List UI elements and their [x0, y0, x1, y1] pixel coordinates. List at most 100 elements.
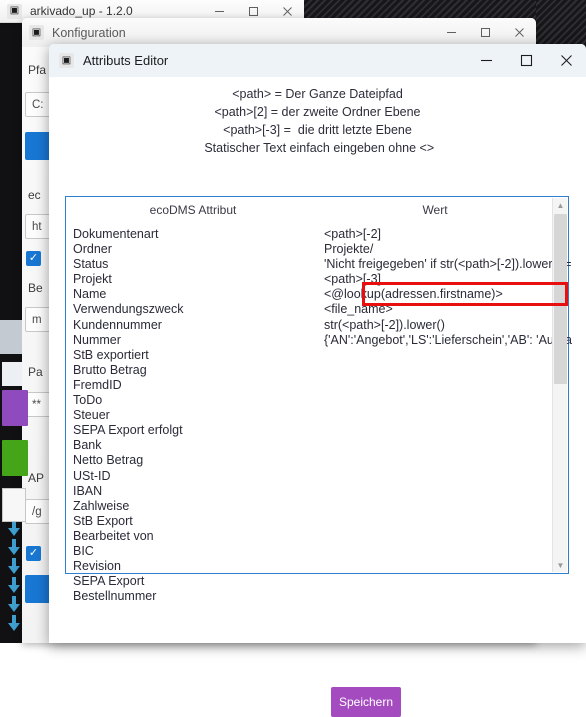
field-label-pfad: Pfa — [28, 63, 47, 77]
swatch-purple[interactable] — [2, 390, 28, 426]
close-icon[interactable] — [546, 44, 586, 77]
maximize-icon[interactable] — [468, 18, 502, 47]
window-controls[interactable] — [466, 44, 586, 77]
field-label-passwort: Pa — [28, 365, 43, 379]
column-header-value: Wert — [422, 203, 448, 217]
attribute-row-value[interactable] — [324, 484, 586, 499]
download-arrow-icon[interactable] — [6, 615, 22, 632]
attribute-row-value[interactable] — [324, 453, 586, 468]
attribute-row-label[interactable]: SEPA Export erfolgt — [73, 423, 323, 438]
attribute-row-value[interactable] — [324, 499, 586, 514]
scroll-down-icon[interactable]: ▼ — [553, 558, 568, 572]
attribute-row-value[interactable] — [324, 514, 586, 529]
save-button[interactable]: Speichern — [331, 687, 401, 717]
attribute-row-value[interactable] — [324, 469, 586, 484]
window-title: Konfiguration — [52, 25, 126, 40]
help-line: <path>[-3] = die dritt letzte Ebene — [223, 123, 412, 137]
attribute-row-value[interactable] — [324, 423, 586, 438]
attribute-row-value[interactable]: Projekte/ — [324, 242, 586, 257]
titlebar-konfiguration[interactable]: ▣ Konfiguration — [22, 18, 536, 47]
attribute-row-label[interactable]: ToDo — [73, 393, 323, 408]
attribute-row-label[interactable]: Brutto Betrag — [73, 363, 323, 378]
download-arrow-icon[interactable] — [6, 520, 22, 537]
attribute-row-label[interactable]: USt-ID — [73, 469, 323, 484]
syntax-help-block: <path> = Der Ganze Dateipfad <path>[2] =… — [49, 85, 586, 157]
attribute-row-value[interactable]: <path>[-3] — [324, 272, 586, 287]
attribute-row-label[interactable]: Steuer — [73, 408, 323, 423]
attribute-row-label[interactable]: Zahlweise — [73, 499, 323, 514]
attribute-row-label[interactable]: Bearbeitet von — [73, 529, 323, 544]
scroll-up-icon[interactable]: ▲ — [553, 198, 568, 212]
titlebar-attributs-editor[interactable]: ▣ Attributs Editor — [49, 44, 586, 77]
field-label-ecodms: ec — [28, 188, 41, 202]
attribute-row-value[interactable] — [324, 408, 586, 423]
attribute-row-label[interactable]: Dokumentenart — [73, 227, 323, 242]
help-line: <path>[2] = der zweite Ordner Ebene — [214, 105, 421, 119]
attribute-row-value[interactable] — [324, 544, 586, 559]
download-arrow-icon[interactable] — [6, 539, 22, 556]
close-icon[interactable] — [502, 18, 536, 47]
attribute-row-label[interactable]: Name — [73, 287, 323, 302]
attribute-row-value[interactable] — [324, 559, 586, 574]
field-label-apipfad: AP — [28, 471, 45, 485]
attribute-row-label[interactable]: IBAN — [73, 484, 323, 499]
window-title: Attributs Editor — [83, 53, 169, 68]
maximize-icon[interactable] — [506, 44, 546, 77]
app-logo-icon: ▣ — [29, 25, 44, 40]
attribute-row-value[interactable] — [324, 378, 586, 393]
field-label-benutzer: Be — [28, 281, 43, 295]
desktop-background: 0 ▣ arkivado_up - 1.2.0 ▣ Konfiguration — [0, 0, 586, 717]
attribute-mapping-list[interactable]: ecoDMS Attribut Wert Dokumentenart Ordner… — [65, 196, 572, 603]
attribute-row-value[interactable]: {'AN':'Angebot','LS':'Lieferschein','AB'… — [324, 333, 586, 348]
attribute-row-label[interactable]: BIC — [73, 544, 323, 559]
attribute-row-value[interactable] — [324, 438, 586, 453]
minimize-icon[interactable] — [434, 18, 468, 47]
attribute-row-label[interactable]: Kundennummer — [73, 318, 323, 333]
window-attributs-editor[interactable]: ▣ Attributs Editor <path> = Der Ganze Da… — [49, 44, 586, 717]
attribute-row-label[interactable]: Revision — [73, 559, 323, 574]
attribute-row-label[interactable]: StB Export — [73, 514, 323, 529]
attribute-row-label[interactable]: FremdID — [73, 378, 323, 393]
attribute-row-label[interactable]: Nummer — [73, 333, 323, 348]
swatch-empty[interactable] — [2, 488, 26, 522]
download-arrow-icon[interactable] — [6, 558, 22, 575]
attribute-row-value[interactable] — [324, 393, 586, 408]
attribute-row-label[interactable]: Netto Betrag — [73, 453, 323, 468]
help-line: Statischer Text einfach eingeben ohne <> — [200, 141, 435, 155]
app-logo-icon: ▣ — [59, 53, 74, 68]
swatch-green[interactable] — [2, 440, 28, 476]
swatch-grey — [0, 320, 22, 354]
attribute-row-label[interactable]: StB exportiert — [73, 348, 323, 363]
attribute-name-column[interactable]: Dokumentenart Ordner Status Projekt Name Verw… — [73, 227, 323, 604]
attribute-row-label[interactable]: Ordner — [73, 242, 323, 257]
attribute-row-value[interactable] — [324, 589, 586, 604]
attribute-row-label[interactable]: Bestellnummer — [73, 589, 323, 604]
attribute-row-value[interactable]: str(<path>[-2]).lower() — [324, 318, 586, 333]
attribute-row-label[interactable]: Bank — [73, 438, 323, 453]
attribute-row-value[interactable] — [324, 348, 586, 363]
attribute-row-value[interactable]: <file_name> — [324, 302, 586, 317]
attribute-row-label[interactable]: SEPA Export — [73, 574, 323, 589]
download-arrow-icon[interactable] — [6, 577, 22, 594]
column-headers: ecoDMS Attribut Wert — [66, 203, 568, 217]
scrollbar-thumb[interactable] — [554, 214, 567, 384]
window-title: arkivado_up - 1.2.0 — [30, 4, 133, 18]
window-controls[interactable] — [434, 18, 536, 47]
attribute-row-value[interactable] — [324, 529, 586, 544]
attribute-value-column[interactable]: <path>[-2] Projekte/'Nicht freigegeben' i… — [324, 227, 586, 604]
help-line: <path> = Der Ganze Dateipfad — [232, 87, 403, 101]
checkbox-api[interactable]: ✓ — [26, 546, 41, 561]
attribute-row-value[interactable]: <@lookup(adressen.firstname)> — [324, 287, 586, 302]
attribute-row-label[interactable]: Verwendungszweck — [73, 302, 323, 317]
download-arrow-icon[interactable] — [6, 596, 22, 613]
attribute-row-label[interactable]: Projekt — [73, 272, 323, 287]
attribute-row-value[interactable] — [324, 574, 586, 589]
attribute-row-value[interactable]: <path>[-2] — [324, 227, 586, 242]
list-scrollbar[interactable]: ▲ ▼ — [552, 198, 567, 572]
attribute-row-value[interactable] — [324, 363, 586, 378]
attribute-row-label[interactable]: Status — [73, 257, 323, 272]
attribute-row-value[interactable]: 'Nicht freigegeben' if str(<path>[-2]).l… — [324, 257, 586, 272]
checkbox-ssl[interactable]: ✓ — [26, 251, 41, 266]
minimize-icon[interactable] — [466, 44, 506, 77]
app-logo-icon: ▣ — [7, 3, 22, 19]
